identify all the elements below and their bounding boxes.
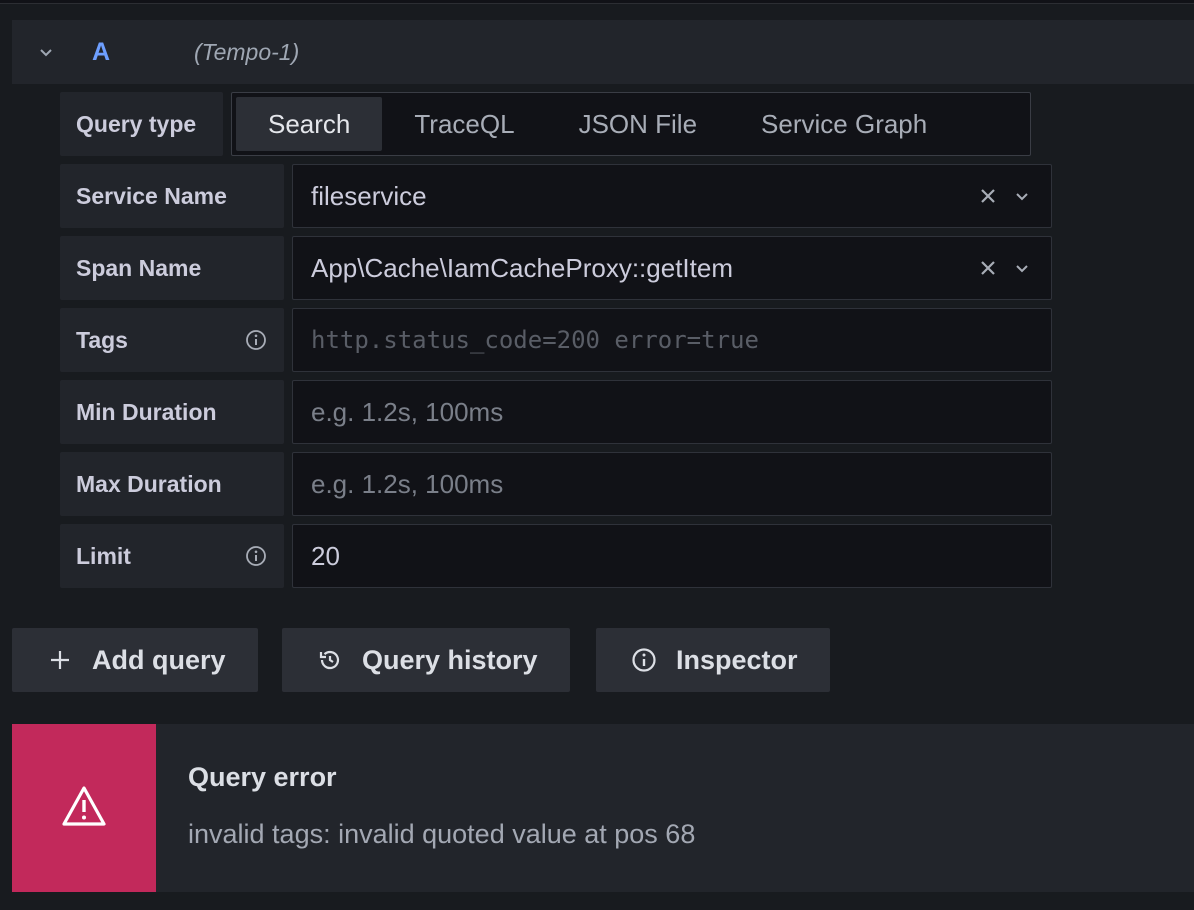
- service-name-label-text: Service Name: [76, 182, 227, 209]
- info-circle-icon[interactable]: [244, 544, 268, 568]
- info-circle-icon: [630, 646, 658, 674]
- close-icon[interactable]: [977, 257, 999, 279]
- span-name-value: App\Cache\IamCacheProxy::getItem: [311, 252, 733, 283]
- min-duration-row: Min Duration e.g. 1.2s, 100ms: [60, 380, 1052, 444]
- max-duration-label-text: Max Duration: [76, 470, 222, 497]
- add-query-label: Add query: [92, 644, 226, 675]
- query-history-label: Query history: [362, 644, 538, 675]
- limit-row: Limit 20: [60, 524, 1052, 588]
- chevron-down-icon[interactable]: [34, 40, 58, 64]
- tags-label-text: Tags: [76, 326, 128, 353]
- alert-title: Query error: [188, 762, 337, 792]
- warning-triangle-icon: [60, 784, 108, 833]
- service-name-row: Service Name fileservice: [60, 164, 1052, 228]
- max-duration-label: Max Duration: [60, 452, 284, 516]
- alert-icon-box: [12, 724, 156, 892]
- span-name-select[interactable]: App\Cache\IamCacheProxy::getItem: [292, 236, 1052, 300]
- service-name-value: fileservice: [311, 180, 427, 211]
- tags-input[interactable]: http.status_code=200 error=true: [292, 308, 1052, 372]
- query-history-button[interactable]: Query history: [282, 628, 570, 692]
- chevron-down-icon[interactable]: [1011, 257, 1033, 279]
- min-duration-input[interactable]: e.g. 1.2s, 100ms: [292, 380, 1052, 444]
- info-circle-icon[interactable]: [244, 328, 268, 352]
- top-divider: [0, 0, 1194, 4]
- inspector-label: Inspector: [676, 644, 798, 675]
- history-icon: [316, 646, 344, 674]
- span-name-label: Span Name: [60, 236, 284, 300]
- limit-value: 20: [311, 540, 340, 571]
- query-type-label-text: Query type: [76, 110, 197, 137]
- max-duration-input[interactable]: e.g. 1.2s, 100ms: [292, 452, 1052, 516]
- query-type-option-search[interactable]: Search: [236, 97, 383, 151]
- inspector-button[interactable]: Inspector: [596, 628, 830, 692]
- query-ref-id[interactable]: A: [92, 38, 152, 67]
- span-name-row: Span Name App\Cache\IamCacheProxy::getIt…: [60, 236, 1052, 300]
- max-duration-placeholder: e.g. 1.2s, 100ms: [311, 468, 504, 499]
- query-datasource-name: (Tempo-1): [194, 38, 300, 65]
- query-type-radio-group: Search TraceQL JSON File Service Graph: [231, 92, 1031, 156]
- chevron-down-icon[interactable]: [1011, 185, 1033, 207]
- query-type-row: Query type Search TraceQL JSON File Serv…: [60, 92, 1031, 156]
- query-type-option-service-graph[interactable]: Service Graph: [729, 97, 959, 151]
- min-duration-placeholder: e.g. 1.2s, 100ms: [311, 396, 504, 427]
- plus-icon: [46, 646, 74, 674]
- close-icon[interactable]: [977, 185, 999, 207]
- span-name-label-text: Span Name: [76, 254, 202, 281]
- tags-row: Tags http.status_code=200 error=true: [60, 308, 1052, 372]
- query-type-option-traceql[interactable]: TraceQL: [382, 97, 546, 151]
- max-duration-row: Max Duration e.g. 1.2s, 100ms: [60, 452, 1052, 516]
- add-query-button[interactable]: Add query: [12, 628, 258, 692]
- limit-label-text: Limit: [76, 542, 131, 569]
- query-error-alert: Query error invalid tags: invalid quoted…: [12, 724, 1194, 892]
- limit-input[interactable]: 20: [292, 524, 1052, 588]
- query-row-header: A (Tempo-1): [12, 20, 1194, 84]
- query-type-label: Query type: [60, 92, 223, 156]
- min-duration-label-text: Min Duration: [76, 398, 217, 425]
- alert-message: invalid tags: invalid quoted value at po…: [188, 819, 696, 849]
- service-name-select[interactable]: fileservice: [292, 164, 1052, 228]
- query-type-option-json-file[interactable]: JSON File: [547, 97, 729, 151]
- min-duration-label: Min Duration: [60, 380, 284, 444]
- alert-body: Query error invalid tags: invalid quoted…: [156, 724, 695, 892]
- service-name-label: Service Name: [60, 164, 284, 228]
- tags-placeholder: http.status_code=200 error=true: [311, 326, 759, 354]
- tags-label: Tags: [60, 308, 284, 372]
- limit-label: Limit: [60, 524, 284, 588]
